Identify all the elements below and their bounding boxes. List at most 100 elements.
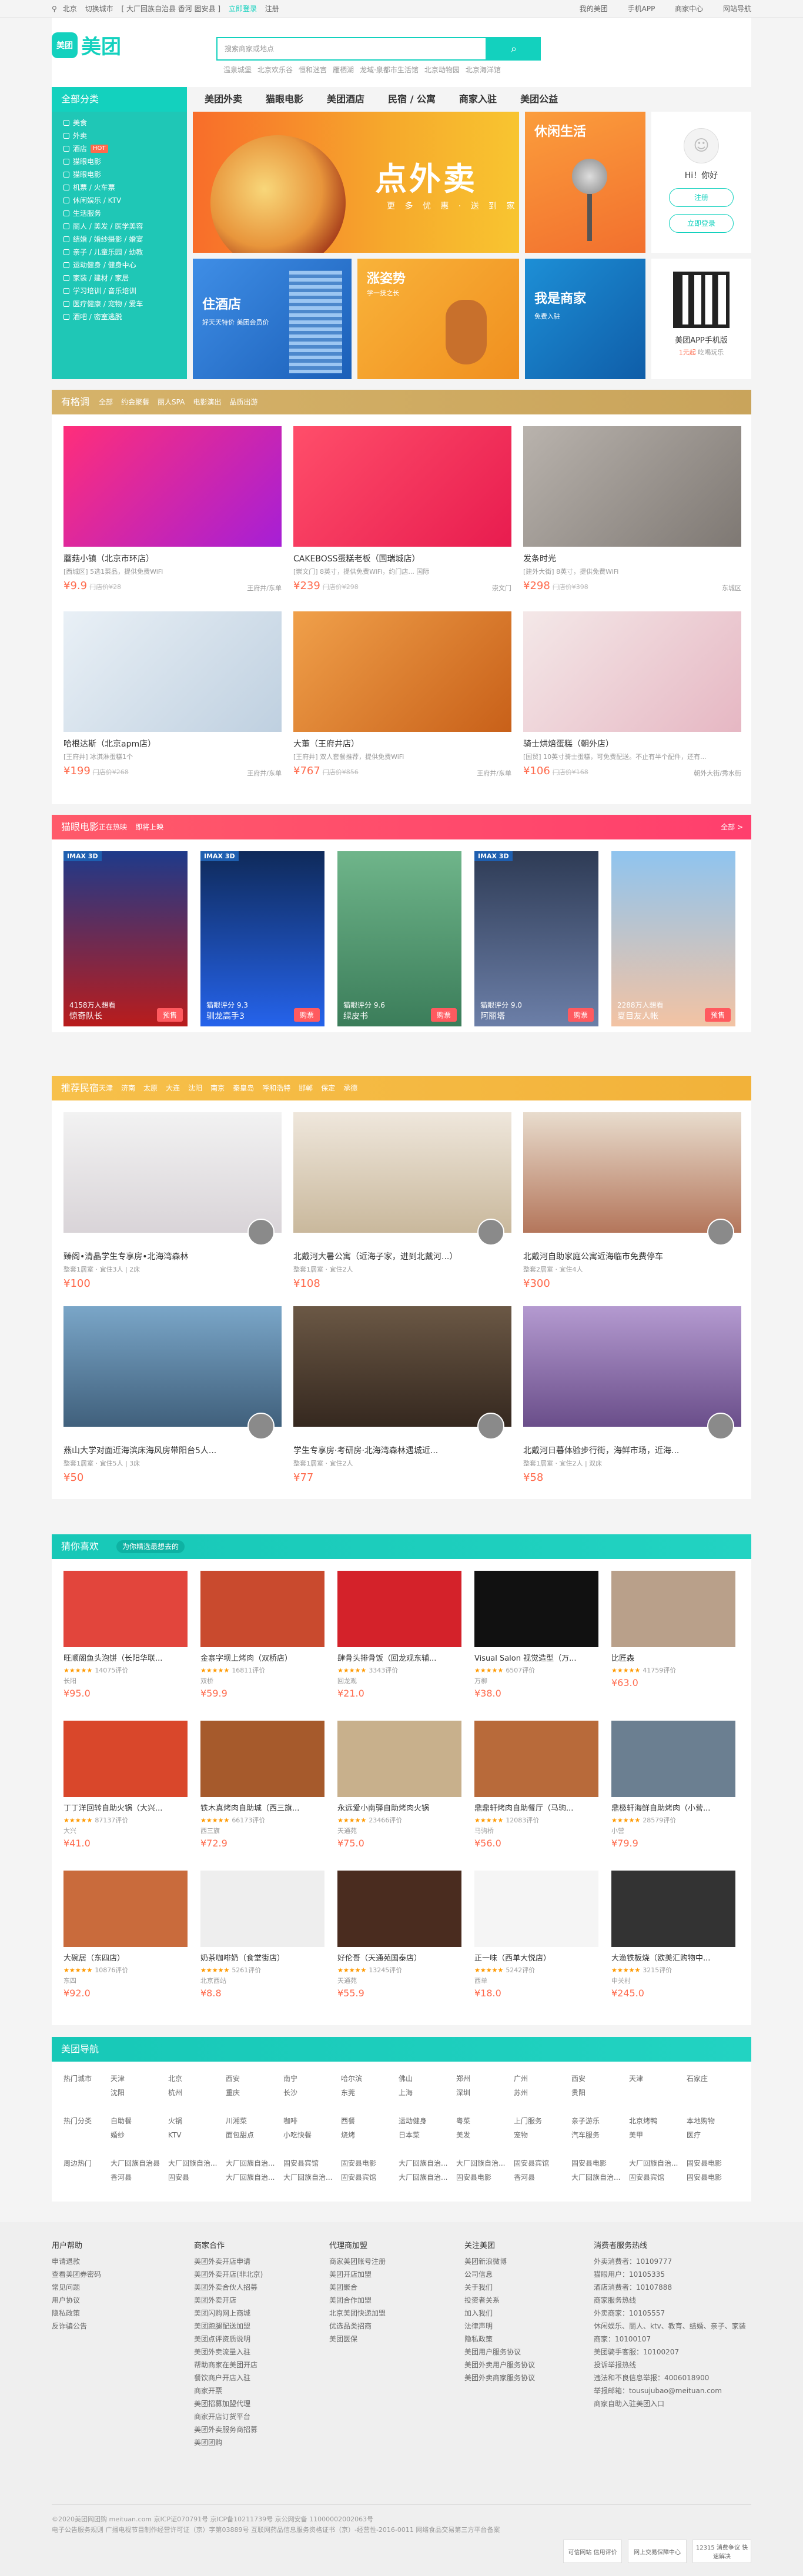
- footer-link[interactable]: 法律声明: [464, 2320, 594, 2333]
- guide-link[interactable]: 沈阳: [111, 2087, 168, 2102]
- nav-link[interactable]: 美团公益: [520, 93, 558, 105]
- section-tab[interactable]: 呼和浩特: [262, 1084, 290, 1092]
- section-tab[interactable]: 约会聚餐: [121, 398, 149, 406]
- section-tab[interactable]: 济南: [121, 1084, 135, 1092]
- hot-word[interactable]: 恒和迷宫: [299, 66, 327, 74]
- tile-leisure[interactable]: 休闲生活: [525, 112, 645, 253]
- footer-badge[interactable]: 网上交易保障中心: [628, 2540, 687, 2563]
- my-meituan-link[interactable]: 我的美团: [580, 5, 608, 13]
- section-tab[interactable]: 秦皇岛: [233, 1084, 254, 1092]
- footer-link[interactable]: 商家自助入驻美团入口: [594, 2397, 751, 2410]
- footer-link[interactable]: 关于我们: [464, 2281, 594, 2294]
- category-item[interactable]: 运动健身 / 健身中心: [52, 259, 187, 272]
- tile-merchant[interactable]: 我是商家 免费入驻: [525, 259, 645, 379]
- footer-link[interactable]: 美团外卖商家服务协议: [464, 2371, 594, 2384]
- buy-ticket-button[interactable]: 购票: [293, 1008, 320, 1022]
- guide-link[interactable]: 西餐: [341, 2116, 399, 2130]
- guide-link[interactable]: 大厂回族自治...: [456, 2158, 514, 2172]
- stay-card[interactable]: 北戴河日暮体验步行街，海鲜市场，近海... 整套1居室 · 宜住2人 | 双床 ¥5…: [523, 1306, 741, 1484]
- site-nav-link[interactable]: 网站导航: [723, 5, 751, 13]
- guide-link[interactable]: 小吃快餐: [283, 2130, 341, 2144]
- nav-link[interactable]: 美团酒店: [327, 93, 364, 105]
- guide-link[interactable]: 大厂回族自治...: [399, 2158, 456, 2172]
- footer-link[interactable]: 加入我们: [464, 2307, 594, 2320]
- section-tab[interactable]: 大连: [166, 1084, 180, 1092]
- footer-link[interactable]: 申请退款: [52, 2255, 181, 2268]
- guide-link[interactable]: 香河县: [514, 2172, 571, 2186]
- category-item[interactable]: 家装 / 建材 / 家居: [52, 272, 187, 285]
- deal-card[interactable]: CAKEBOSS蛋糕老板（国瑞城店） [崇文门] 8英寸，提供免费WiFi，约门店…: [293, 426, 511, 592]
- section-tab[interactable]: 邯郸: [299, 1084, 313, 1092]
- guide-link[interactable]: 天津: [629, 2073, 687, 2087]
- footer-link[interactable]: 投诉举报热线: [594, 2358, 751, 2371]
- guide-link[interactable]: 南宁: [283, 2073, 341, 2087]
- movie-card[interactable]: IMAX 3D 猫眼评分 9.3 驯龙高手3 购票: [200, 851, 324, 1026]
- guide-link[interactable]: 咖啡: [283, 2116, 341, 2130]
- guess-card[interactable]: 大渔铁板烧（欧美汇购物中... ★★★★★ 3215评价 中关村 ¥245.0: [611, 1871, 735, 1999]
- guess-card[interactable]: 永远爱小南驿自助烤肉火锅 ★★★★★ 23466评价 天通苑 ¥75.0: [337, 1721, 461, 1849]
- footer-link[interactable]: 反诈骗公告: [52, 2320, 181, 2333]
- guide-link[interactable]: 固安县电影: [456, 2172, 514, 2186]
- category-item[interactable]: 学习培训 / 音乐培训: [52, 285, 187, 297]
- tile-learn[interactable]: 涨姿势 学一技之长: [357, 259, 519, 379]
- guide-link[interactable]: 广州: [514, 2073, 571, 2087]
- footer-link[interactable]: 美团外卖合伙人招募: [194, 2281, 323, 2294]
- stay-card[interactable]: 北戴河自助家庭公寓近海临市免费停车 整套2居室 · 宜住4人 ¥300: [523, 1112, 741, 1290]
- footer-link[interactable]: 美团外卖服务商招募: [194, 2423, 323, 2436]
- search-button[interactable]: ⌕: [487, 37, 541, 61]
- footer-link[interactable]: 用户协议: [52, 2294, 181, 2307]
- category-item[interactable]: 亲子 / 儿童乐园 / 幼教: [52, 246, 187, 259]
- guide-link[interactable]: 固安县: [168, 2172, 226, 2186]
- guess-card[interactable]: 大碗居（东四店） ★★★★★ 10876评价 东四 ¥92.0: [63, 1871, 188, 1999]
- footer-link[interactable]: 常见问题: [52, 2281, 181, 2294]
- footer-link[interactable]: 北京美团快递加盟: [329, 2307, 459, 2320]
- nav-link[interactable]: 猫眼电影: [266, 93, 303, 105]
- logo[interactable]: 美团 美团: [52, 31, 121, 59]
- guide-link[interactable]: 面包甜点: [226, 2130, 283, 2144]
- guide-link[interactable]: 粤菜: [456, 2116, 514, 2130]
- footer-link[interactable]: 美团外卖开店申请: [194, 2255, 323, 2268]
- nearby-cities[interactable]: [ 大厂回族自治县 香河 固安县 ]: [121, 5, 220, 13]
- guide-link[interactable]: 固安县宾馆: [514, 2158, 571, 2172]
- hot-word[interactable]: 龙域·泉都市生活馆: [360, 66, 419, 74]
- category-item[interactable]: 结婚 / 婚纱摄影 / 婚宴: [52, 233, 187, 246]
- guide-link[interactable]: 杭州: [168, 2087, 226, 2102]
- guide-link[interactable]: 西安: [226, 2073, 283, 2087]
- guide-link[interactable]: 佛山: [399, 2073, 456, 2087]
- section-tab[interactable]: 品质出游: [229, 398, 257, 406]
- guide-link[interactable]: 大厂回族自治...: [629, 2158, 687, 2172]
- footer-badge[interactable]: 可信网站 信用评价: [563, 2540, 622, 2563]
- guide-link[interactable]: 运动健身: [399, 2116, 456, 2130]
- search-input[interactable]: 搜索商家或地点: [216, 37, 487, 61]
- guide-link[interactable]: 长沙: [283, 2087, 341, 2102]
- guide-link[interactable]: 郑州: [456, 2073, 514, 2087]
- guess-card[interactable]: 正一味（西单大悦店） ★★★★★ 5242评价 西单 ¥18.0: [474, 1871, 598, 1999]
- guide-link[interactable]: 大厂回族自治...: [399, 2172, 456, 2186]
- footer-link[interactable]: 优选品类招商: [329, 2320, 459, 2333]
- category-item[interactable]: 生活服务: [52, 207, 187, 220]
- section-tab[interactable]: 沈阳: [188, 1084, 202, 1092]
- footer-link[interactable]: 酒店消费者：10107888: [594, 2281, 751, 2294]
- section-tab[interactable]: 电影演出: [193, 398, 221, 406]
- guide-link[interactable]: 深圳: [456, 2087, 514, 2102]
- register-button[interactable]: 注册: [669, 188, 734, 207]
- footer-link[interactable]: 美团团购: [194, 2436, 323, 2449]
- guide-link[interactable]: 固安县宾馆: [283, 2158, 341, 2172]
- footer-link[interactable]: 美团外卖开店(非北京): [194, 2268, 323, 2281]
- movie-card[interactable]: IMAX 3D 猫眼评分 9.0 阿丽塔 购票: [474, 851, 598, 1026]
- guess-card[interactable]: 旺顺阁鱼头泡饼（长阳华联... ★★★★★ 14075评价 长阳 ¥95.0: [63, 1571, 188, 1699]
- guess-card[interactable]: 金寨字坝上烤肉（双桥店） ★★★★★ 16811评价 双桥 ¥59.9: [200, 1571, 324, 1699]
- guide-link[interactable]: 重庆: [226, 2087, 283, 2102]
- guide-link[interactable]: 石家庄: [687, 2073, 744, 2087]
- guess-card[interactable]: 肆骨头排骨饭（回龙观东辅... ★★★★★ 3343评价 回龙观 ¥21.0: [337, 1571, 461, 1699]
- footer-link[interactable]: 猫眼用户：10105335: [594, 2268, 751, 2281]
- footer-link[interactable]: 公司信息: [464, 2268, 594, 2281]
- nav-link[interactable]: 民宿 / 公寓: [388, 93, 436, 105]
- section-tab[interactable]: 全部: [99, 398, 113, 406]
- category-item[interactable]: 酒店 HOT: [52, 142, 187, 155]
- hot-word[interactable]: 北京动物园: [424, 66, 460, 74]
- guess-card[interactable]: 铁木真烤肉自助城（西三旗... ★★★★★ 66173评价 西三旗 ¥72.9: [200, 1721, 324, 1849]
- footer-link[interactable]: 美团外卖开店: [194, 2294, 323, 2307]
- category-item[interactable]: 酒吧 / 密室逃脱: [52, 310, 187, 323]
- guide-link[interactable]: 大厂回族自治...: [283, 2172, 341, 2186]
